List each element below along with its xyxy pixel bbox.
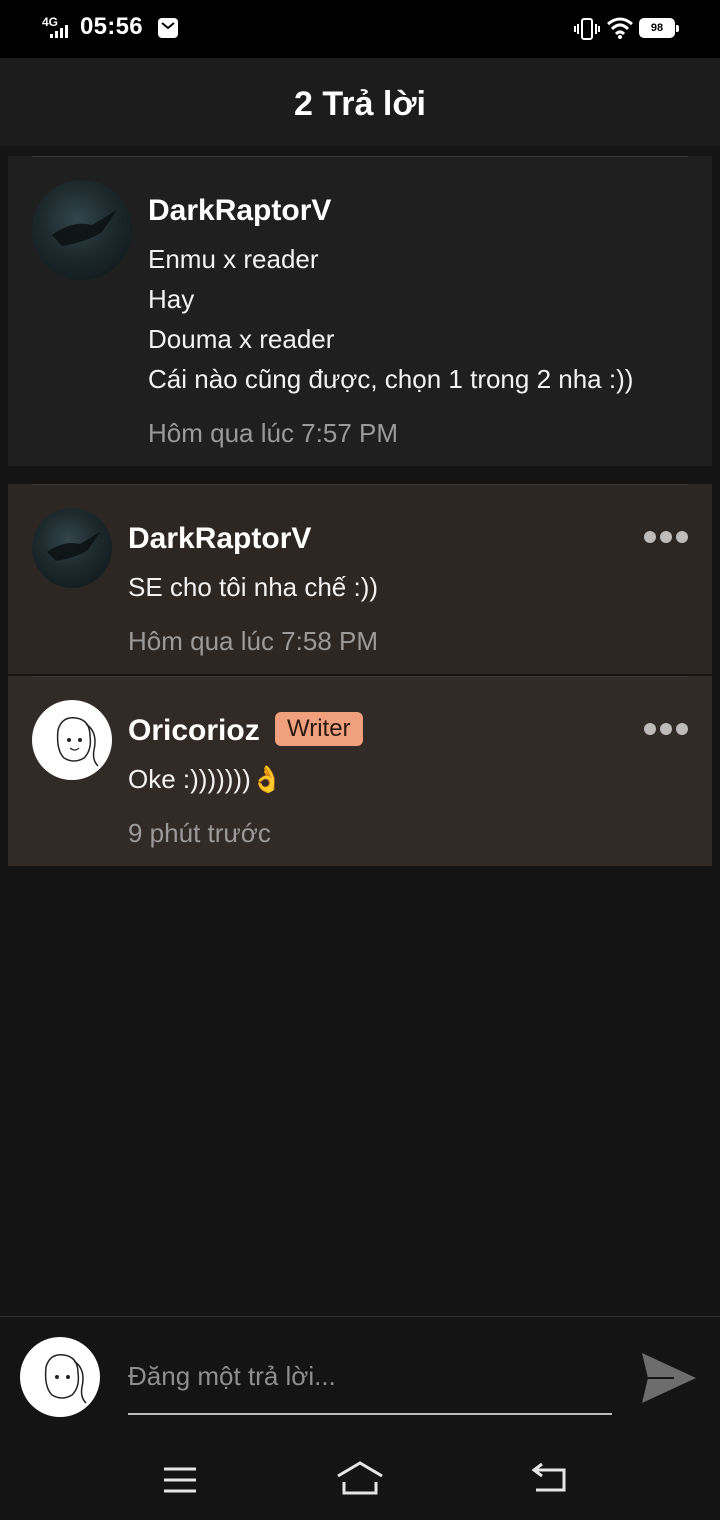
current-user-avatar (20, 1337, 100, 1417)
status-bar: 4G 05:56 98 (0, 0, 720, 58)
writer-badge: Writer (275, 712, 363, 746)
avatar[interactable] (32, 700, 112, 780)
home-icon[interactable] (336, 1460, 384, 1501)
reply-timestamp: Hôm qua lúc 7:58 PM (128, 626, 379, 656)
wifi-icon (606, 16, 634, 45)
comment-text-line: Enmu x reader (148, 244, 319, 274)
back-icon[interactable] (530, 1462, 568, 1499)
comment-timestamp: Hôm qua lúc 7:57 PM (148, 418, 399, 448)
author-name[interactable]: DarkRaptorV (148, 194, 331, 228)
reply-text: Oke :)))))))👌 (128, 764, 284, 794)
vibrate-icon (574, 17, 600, 46)
menu-icon[interactable] (162, 1466, 198, 1499)
header: 2 Trả lời (0, 58, 720, 146)
divider (32, 484, 688, 485)
more-options-icon[interactable] (644, 531, 688, 545)
comment-text-line: Hay (148, 284, 195, 314)
reply-item: DarkRaptorV SE cho tôi nha chế :)) Hôm q… (8, 484, 712, 674)
reply-text: SE cho tôi nha chế :)) (128, 572, 379, 602)
reply-composer: Đăng một trả lời... (0, 1316, 720, 1437)
reply-timestamp: 9 phút trước (128, 818, 271, 848)
message-notification-icon (158, 18, 178, 38)
author-name[interactable]: Oricorioz (128, 714, 260, 748)
avatar[interactable] (32, 508, 112, 588)
avatar[interactable] (32, 180, 132, 280)
clock: 05:56 (80, 13, 143, 40)
parent-comment: DarkRaptorV Enmu x reader Hay Douma x re… (8, 156, 712, 466)
signal-icon (50, 24, 72, 38)
divider (32, 156, 688, 157)
more-options-icon[interactable] (644, 723, 688, 737)
reply-item: Oricorioz Writer Oke :)))))))👌 9 phút tr… (8, 676, 712, 866)
divider (32, 676, 688, 677)
navigation-bar (0, 1436, 720, 1520)
send-icon[interactable] (640, 1351, 698, 1410)
author-name[interactable]: DarkRaptorV (128, 522, 311, 556)
page-title: 2 Trả lời (294, 85, 426, 123)
comment-text-line: Douma x reader (148, 324, 335, 354)
reply-input[interactable]: Đăng một trả lời... (128, 1357, 612, 1415)
comment-text-line: Cái nào cũng được, chọn 1 trong 2 nha :)… (148, 364, 634, 394)
battery-icon: 98 (639, 18, 679, 38)
